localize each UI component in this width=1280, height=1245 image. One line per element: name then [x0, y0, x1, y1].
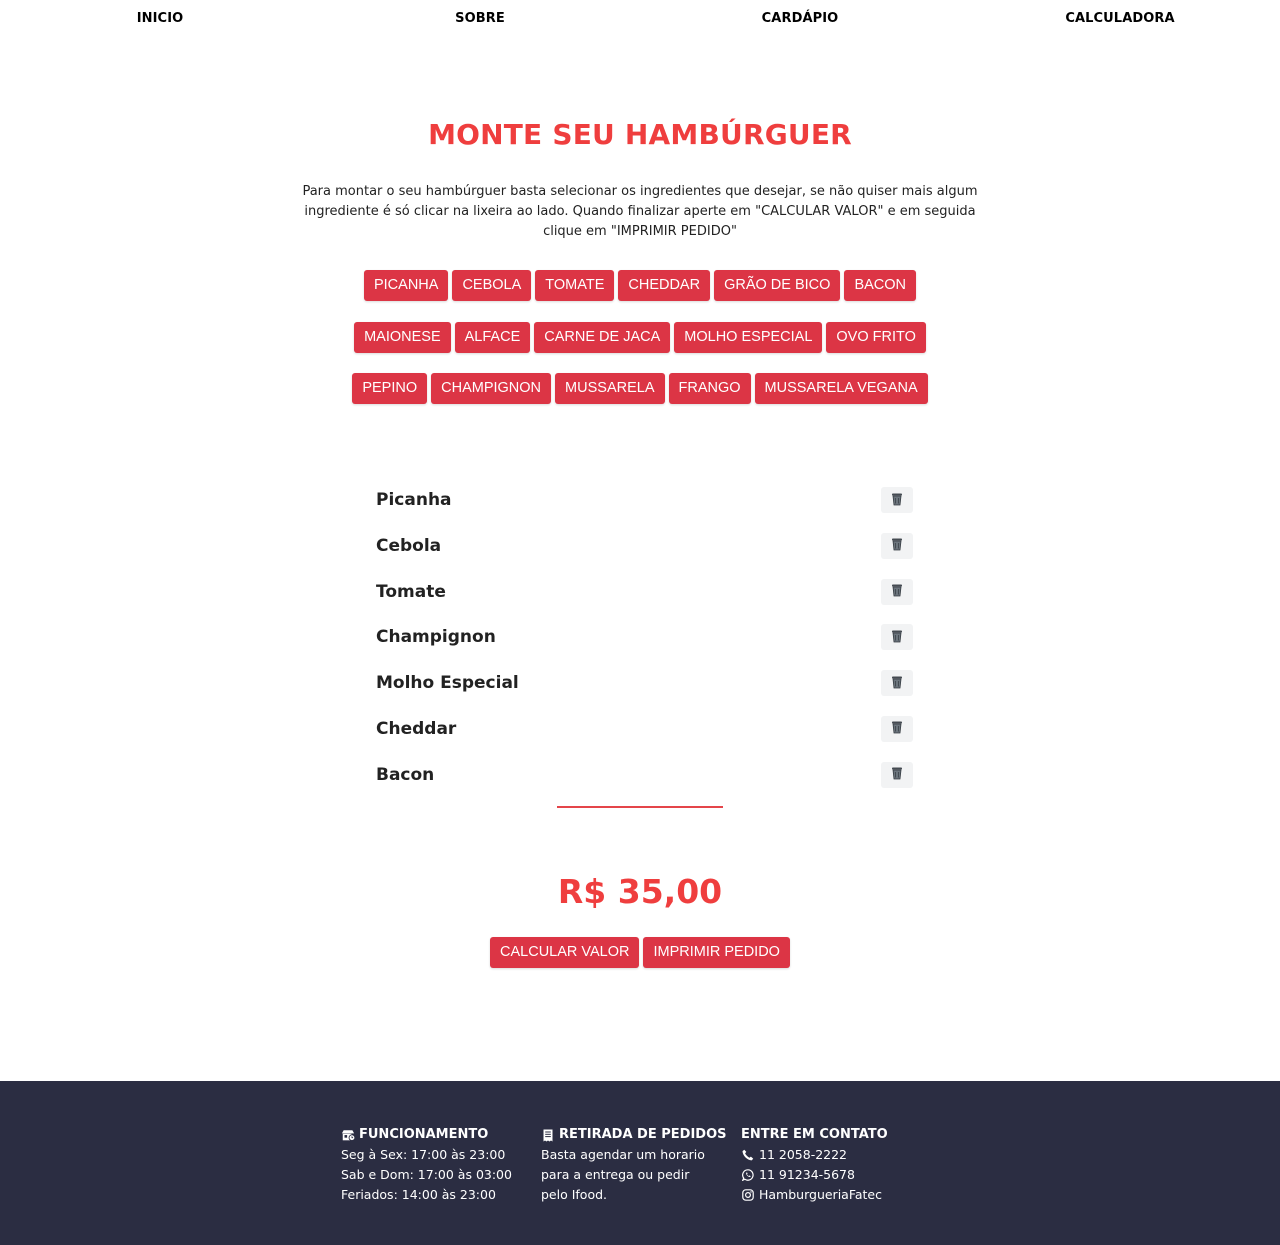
trash-icon — [891, 719, 903, 738]
trash-button[interactable] — [881, 624, 913, 651]
whatsapp-icon — [741, 1168, 755, 1182]
receipt-icon — [541, 1128, 555, 1142]
shop-icon — [341, 1128, 355, 1142]
contact-phone[interactable]: 11 2058-2222 — [741, 1145, 888, 1165]
list-item-label: Tomate — [376, 581, 446, 602]
footer-hours-line: Sab e Dom: 17:00 às 03:00 — [341, 1167, 512, 1182]
top-nav: INICIO SOBRE CARDÁPIO CALCULADORA — [0, 0, 1280, 38]
list-item: Picanha — [376, 484, 913, 530]
print-order-button[interactable]: IMPRIMIR PEDIDO — [643, 937, 790, 968]
list-item: Champignon — [376, 621, 913, 667]
trash-icon — [891, 628, 903, 647]
nav-link-sobre[interactable]: SOBRE — [380, 11, 580, 26]
ingredient-button-grao-de-bico[interactable]: GRÃO DE BICO — [714, 270, 841, 301]
trash-button[interactable] — [881, 761, 913, 788]
footer-contact-title: ENTRE EM CONTATO — [741, 1127, 888, 1142]
contact-instagram[interactable]: HamburgueriaFatec — [741, 1185, 888, 1205]
footer-pickup-line: para a entrega ou pedir — [541, 1167, 690, 1182]
ingredient-button-picanha[interactable]: PICANHA — [363, 270, 449, 301]
footer-pickup: RETIRADA DE PEDIDOS Basta agendar um hor… — [541, 1125, 726, 1205]
ingredient-button-maionese[interactable]: MAIONESE — [354, 322, 451, 353]
trash-icon — [891, 536, 903, 555]
ingredient-button-carne-de-jaca[interactable]: CARNE DE JACA — [534, 322, 671, 353]
intro-text: Para montar o seu hambúrguer basta selec… — [302, 184, 978, 239]
action-buttons: CALCULAR VALOR IMPRIMIR PEDIDO — [0, 937, 1280, 968]
phone-icon — [741, 1148, 755, 1162]
calculate-value-button[interactable]: CALCULAR VALOR — [490, 937, 640, 968]
footer-hours: FUNCIONAMENTO Seg à Sex: 17:00 às 23:00 … — [341, 1125, 512, 1205]
page-title: MONTE SEU HAMBÚRGUER — [428, 118, 852, 151]
list-item: Bacon — [376, 759, 913, 805]
list-item-label: Champignon — [376, 627, 496, 648]
list-item: Cebola — [376, 530, 913, 576]
trash-icon — [891, 674, 903, 693]
list-item: Cheddar — [376, 713, 913, 759]
list-item-label: Bacon — [376, 764, 435, 785]
ingredient-button-molho-especial[interactable]: MOLHO ESPECIAL — [674, 322, 823, 353]
instagram-icon — [741, 1188, 755, 1202]
ingredient-row-2: MAIONESE ALFACE CARNE DE JACA MOLHO ESPE… — [0, 322, 1280, 353]
trash-icon — [891, 582, 903, 601]
list-item-label: Cheddar — [376, 718, 457, 739]
trash-button[interactable] — [881, 670, 913, 697]
footer-pickup-line: pelo Ifood. — [541, 1187, 608, 1202]
footer-hours-line: Feriados: 14:00 às 23:00 — [341, 1187, 496, 1202]
list-item-label: Picanha — [376, 490, 452, 510]
contact-phone-text: 11 2058-2222 — [759, 1147, 848, 1162]
footer-pickup-line: Basta agendar um horario — [541, 1147, 705, 1162]
trash-button[interactable] — [881, 578, 913, 605]
contact-whatsapp-text: 11 91234-5678 — [759, 1167, 855, 1182]
footer-hours-title: FUNCIONAMENTO — [359, 1127, 489, 1142]
trash-icon — [891, 765, 903, 784]
ingredient-button-ovo-frito[interactable]: OVO FRITO — [826, 322, 926, 353]
list-item: Molho Especial — [376, 667, 913, 713]
trash-button[interactable] — [881, 532, 913, 559]
ingredient-button-champignon[interactable]: CHAMPIGNON — [431, 373, 552, 404]
ingredient-button-frango[interactable]: FRANGO — [668, 373, 751, 404]
contact-instagram-text: HamburgueriaFatec — [759, 1187, 882, 1202]
total-price: R$ 35,00 — [557, 872, 723, 911]
ingredient-button-cebola[interactable]: CEBOLA — [452, 270, 532, 301]
contact-whatsapp[interactable]: 11 91234-5678 — [741, 1165, 888, 1185]
nav-link-inicio[interactable]: INICIO — [60, 11, 260, 26]
ingredient-button-tomate[interactable]: TOMATE — [535, 270, 615, 301]
footer-hours-line: Seg à Sex: 17:00 às 23:00 — [341, 1147, 506, 1162]
nav-link-cardapio[interactable]: CARDÁPIO — [700, 11, 900, 26]
ingredient-button-mussarela[interactable]: MUSSARELA — [555, 373, 665, 404]
ingredient-row-3: PEPINO CHAMPIGNON MUSSARELA FRANGO MUSSA… — [0, 373, 1280, 404]
ingredient-row-1: PICANHA CEBOLA TOMATE CHEDDAR GRÃO DE BI… — [0, 270, 1280, 301]
list-item-label: Cebola — [376, 535, 442, 556]
nav-link-calculadora[interactable]: CALCULADORA — [1020, 11, 1220, 26]
ingredient-button-bacon[interactable]: BACON — [844, 270, 917, 301]
divider — [557, 806, 723, 808]
selected-ingredients-list: Picanha Cebola Tomate Champignon Molho E… — [376, 484, 913, 805]
ingredient-button-alface[interactable]: ALFACE — [454, 322, 531, 353]
ingredient-button-pepino[interactable]: PEPINO — [352, 373, 428, 404]
ingredient-button-cheddar[interactable]: CHEDDAR — [618, 270, 711, 301]
trash-button[interactable] — [881, 487, 913, 513]
footer-contact: ENTRE EM CONTATO 11 2058-2222 11 91234-5… — [741, 1125, 888, 1205]
list-item-label: Molho Especial — [376, 673, 519, 694]
footer-pickup-title: RETIRADA DE PEDIDOS — [559, 1127, 727, 1142]
footer: FUNCIONAMENTO Seg à Sex: 17:00 às 23:00 … — [0, 1081, 1280, 1245]
ingredient-button-mussarela-vegana[interactable]: MUSSARELA VEGANA — [754, 373, 928, 404]
trash-button[interactable] — [881, 715, 913, 742]
trash-icon — [891, 491, 903, 510]
list-item: Tomate — [376, 576, 913, 622]
